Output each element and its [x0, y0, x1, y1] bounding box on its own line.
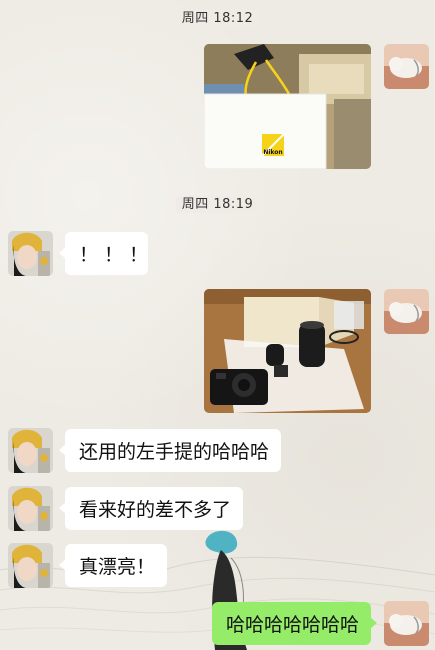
message-bubble[interactable]: 还用的左手提的哈哈哈	[59, 429, 281, 472]
message-bubble[interactable]: 看来好的差不多了	[59, 487, 243, 530]
message-text: 还用的左手提的哈哈哈	[79, 441, 270, 463]
my-avatar[interactable]	[384, 601, 429, 646]
my-avatar[interactable]	[384, 289, 429, 334]
friend-avatar[interactable]	[8, 543, 53, 588]
nikon-logo-text: Nikon	[263, 149, 282, 156]
friend-avatar[interactable]	[8, 231, 53, 276]
message-text: 看来好的差不多了	[79, 499, 232, 521]
message-bubble[interactable]: 真漂亮！	[59, 544, 167, 587]
friend-avatar[interactable]	[8, 428, 53, 473]
message-text: 真漂亮！	[79, 556, 156, 578]
friend-avatar[interactable]	[8, 486, 53, 531]
my-avatar[interactable]	[384, 44, 429, 89]
my-message-bubble[interactable]: 哈哈哈哈哈哈哈	[212, 602, 377, 645]
timestamp: 周四 18:12	[0, 7, 435, 27]
timestamp: 周四 18:19	[0, 193, 435, 213]
message-bubble[interactable]: ！！！	[59, 232, 148, 275]
message-text: ！！！	[79, 244, 155, 266]
sent-image-nikon-bag[interactable]: Nikon	[204, 44, 371, 169]
message-text: 哈哈哈哈哈哈哈	[226, 614, 360, 636]
sent-image-camera-kit[interactable]	[204, 289, 371, 413]
